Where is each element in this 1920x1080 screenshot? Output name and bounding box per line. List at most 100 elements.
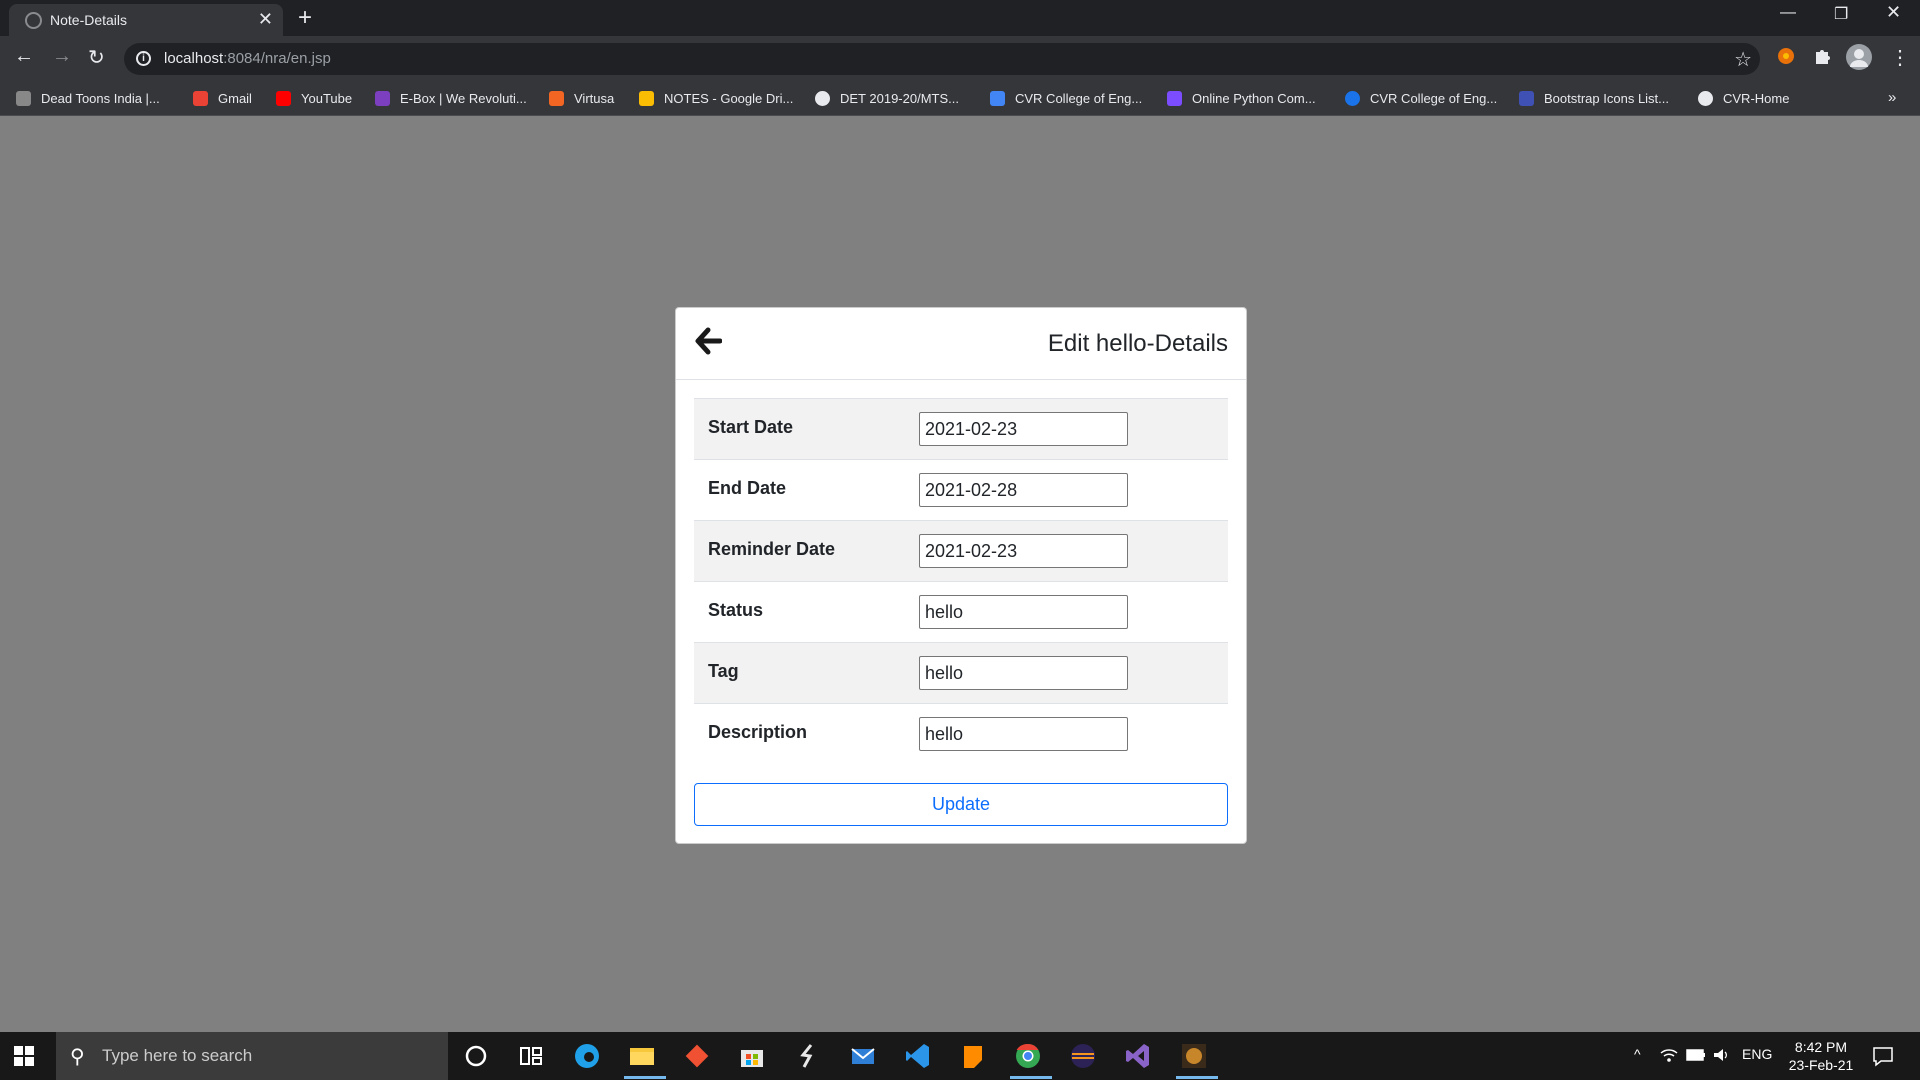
details-form-table: Start Date End Date Reminder Date Status… bbox=[694, 398, 1228, 764]
browser-titlebar: Note-Details ✕ + — ❐ ✕ bbox=[0, 0, 1920, 36]
field-row-start-date: Start Date bbox=[694, 398, 1228, 459]
app-icon[interactable] bbox=[1179, 1041, 1209, 1071]
tab-title: Note-Details bbox=[50, 12, 128, 28]
search-placeholder: Type here to search bbox=[102, 1046, 253, 1065]
volume-icon[interactable] bbox=[1712, 1047, 1730, 1063]
site-info-icon[interactable]: i bbox=[136, 51, 151, 66]
task-view-icon[interactable] bbox=[516, 1041, 546, 1071]
python-compiler-icon bbox=[1167, 91, 1182, 106]
start-date-input[interactable] bbox=[919, 412, 1128, 446]
field-row-end-date: End Date bbox=[694, 459, 1228, 520]
windows-taskbar: ⚲ Type here to search ^ ENG 8:42 PM 23-F… bbox=[0, 1032, 1920, 1080]
close-tab-icon[interactable]: ✕ bbox=[258, 9, 273, 30]
vscode-icon[interactable] bbox=[903, 1041, 933, 1071]
clock-date: 23-Feb-21 bbox=[1788, 1057, 1854, 1073]
bootstrap-icon bbox=[1519, 91, 1534, 106]
bookmark-star-icon[interactable]: ☆ bbox=[1734, 47, 1752, 72]
clock-time: 8:42 PM bbox=[1794, 1039, 1848, 1055]
file-explorer-icon[interactable] bbox=[627, 1041, 657, 1071]
bookmark-item[interactable]: NOTES - Google Dri... bbox=[639, 91, 793, 106]
reload-icon[interactable]: ↻ bbox=[88, 45, 105, 70]
virtusa-icon bbox=[549, 91, 564, 106]
field-row-description: Description bbox=[694, 703, 1228, 764]
field-row-tag: Tag bbox=[694, 642, 1228, 703]
google-drive-icon bbox=[639, 91, 654, 106]
bookmark-item[interactable]: Bootstrap Icons List... bbox=[1519, 91, 1669, 106]
wifi-icon[interactable] bbox=[1660, 1047, 1678, 1063]
modal-title: Edit hello-Details bbox=[1047, 330, 1228, 357]
browser-tab[interactable]: Note-Details ✕ bbox=[9, 4, 283, 36]
field-label: End Date bbox=[708, 478, 787, 498]
cortana-icon[interactable] bbox=[461, 1041, 491, 1071]
reminder-date-input[interactable] bbox=[919, 534, 1128, 568]
field-label: Status bbox=[708, 600, 764, 620]
forward-nav-icon[interactable]: → bbox=[52, 45, 72, 68]
sublime-icon[interactable] bbox=[793, 1041, 823, 1071]
globe-icon bbox=[1698, 91, 1713, 106]
field-row-status: Status bbox=[694, 581, 1228, 642]
address-bar[interactable]: i localhost:8084/nra/en.jsp ☆ bbox=[124, 43, 1760, 75]
more-bookmarks-icon[interactable]: » bbox=[1888, 89, 1896, 106]
bookmark-item[interactable]: CVR College of Eng... bbox=[1345, 91, 1497, 106]
cvr-icon bbox=[990, 91, 1005, 106]
active-indicator bbox=[624, 1076, 666, 1079]
field-label: Description bbox=[708, 722, 808, 742]
bookmark-item[interactable]: CVR College of Eng... bbox=[990, 91, 1142, 106]
profile-avatar[interactable] bbox=[1846, 44, 1872, 70]
field-label: Tag bbox=[708, 661, 739, 681]
field-label: Reminder Date bbox=[708, 539, 836, 559]
edit-details-card: Edit hello-Details Start Date End Date R… bbox=[675, 307, 1247, 844]
end-date-input[interactable] bbox=[919, 473, 1128, 507]
gmail-icon bbox=[193, 91, 208, 106]
ebox-icon bbox=[375, 91, 390, 106]
bookmark-item[interactable]: Virtusa bbox=[549, 91, 614, 106]
show-hidden-icons-icon[interactable]: ^ bbox=[1634, 1046, 1641, 1062]
active-indicator bbox=[1010, 1076, 1052, 1079]
puzzle-extensions-icon[interactable] bbox=[1812, 46, 1832, 66]
bookmark-item[interactable]: Online Python Com... bbox=[1167, 91, 1316, 106]
bookmarks-bar: Dead Toons India |... Gmail YouTube E-Bo… bbox=[0, 82, 1920, 116]
bookmark-item[interactable]: CVR-Home bbox=[1698, 91, 1789, 106]
bookmark-favicon-icon bbox=[16, 91, 31, 106]
description-input[interactable] bbox=[919, 717, 1128, 751]
notifications-icon[interactable] bbox=[1872, 1045, 1894, 1067]
visual-studio-icon[interactable] bbox=[1123, 1041, 1153, 1071]
minimize-icon[interactable]: — bbox=[1780, 4, 1796, 22]
back-nav-icon[interactable]: ← bbox=[14, 45, 34, 68]
eclipse-icon[interactable] bbox=[1068, 1041, 1098, 1071]
taskbar-search-box[interactable]: ⚲ Type here to search bbox=[56, 1032, 448, 1080]
field-label: Start Date bbox=[708, 417, 794, 437]
search-icon: ⚲ bbox=[70, 1046, 85, 1068]
bookmark-item[interactable]: Gmail bbox=[193, 91, 252, 106]
language-indicator[interactable]: ENG bbox=[1742, 1046, 1772, 1062]
card-header: Edit hello-Details bbox=[676, 308, 1246, 380]
back-arrow-icon[interactable] bbox=[694, 326, 722, 356]
menu-kebab-icon[interactable]: ⋮ bbox=[1890, 45, 1910, 70]
url-text: localhost:8084/nra/en.jsp bbox=[164, 50, 331, 67]
chrome-icon[interactable] bbox=[1013, 1041, 1043, 1071]
edge-icon[interactable] bbox=[572, 1041, 602, 1071]
new-tab-icon[interactable]: + bbox=[298, 4, 312, 32]
battery-icon[interactable] bbox=[1686, 1049, 1706, 1061]
tag-input[interactable] bbox=[919, 656, 1128, 690]
cvr-c-icon bbox=[1345, 91, 1360, 106]
restore-icon[interactable]: ❐ bbox=[1834, 4, 1848, 24]
globe-icon bbox=[815, 91, 830, 106]
bookmark-item[interactable]: Dead Toons India |... bbox=[16, 91, 160, 106]
mail-icon[interactable] bbox=[848, 1041, 878, 1071]
browser-toolbar: ← → ↻ i localhost:8084/nra/en.jsp ☆ ⋮ bbox=[0, 36, 1920, 82]
git-icon[interactable] bbox=[682, 1041, 712, 1071]
bookmark-item[interactable]: YouTube bbox=[276, 91, 352, 106]
active-indicator bbox=[1176, 1076, 1218, 1079]
bookmark-item[interactable]: E-Box | We Revoluti... bbox=[375, 91, 527, 106]
sticky-notes-icon[interactable] bbox=[958, 1041, 988, 1071]
extension-icon[interactable] bbox=[1776, 46, 1796, 66]
youtube-icon bbox=[276, 91, 291, 106]
system-clock[interactable]: 8:42 PM 23-Feb-21 bbox=[1776, 1038, 1866, 1074]
windows-start-icon[interactable] bbox=[14, 1046, 34, 1066]
bookmark-item[interactable]: DET 2019-20/MTS... bbox=[815, 91, 959, 106]
store-icon[interactable] bbox=[737, 1041, 767, 1071]
status-input[interactable] bbox=[919, 595, 1128, 629]
close-window-icon[interactable]: ✕ bbox=[1886, 2, 1901, 23]
update-button[interactable]: Update bbox=[694, 783, 1228, 826]
